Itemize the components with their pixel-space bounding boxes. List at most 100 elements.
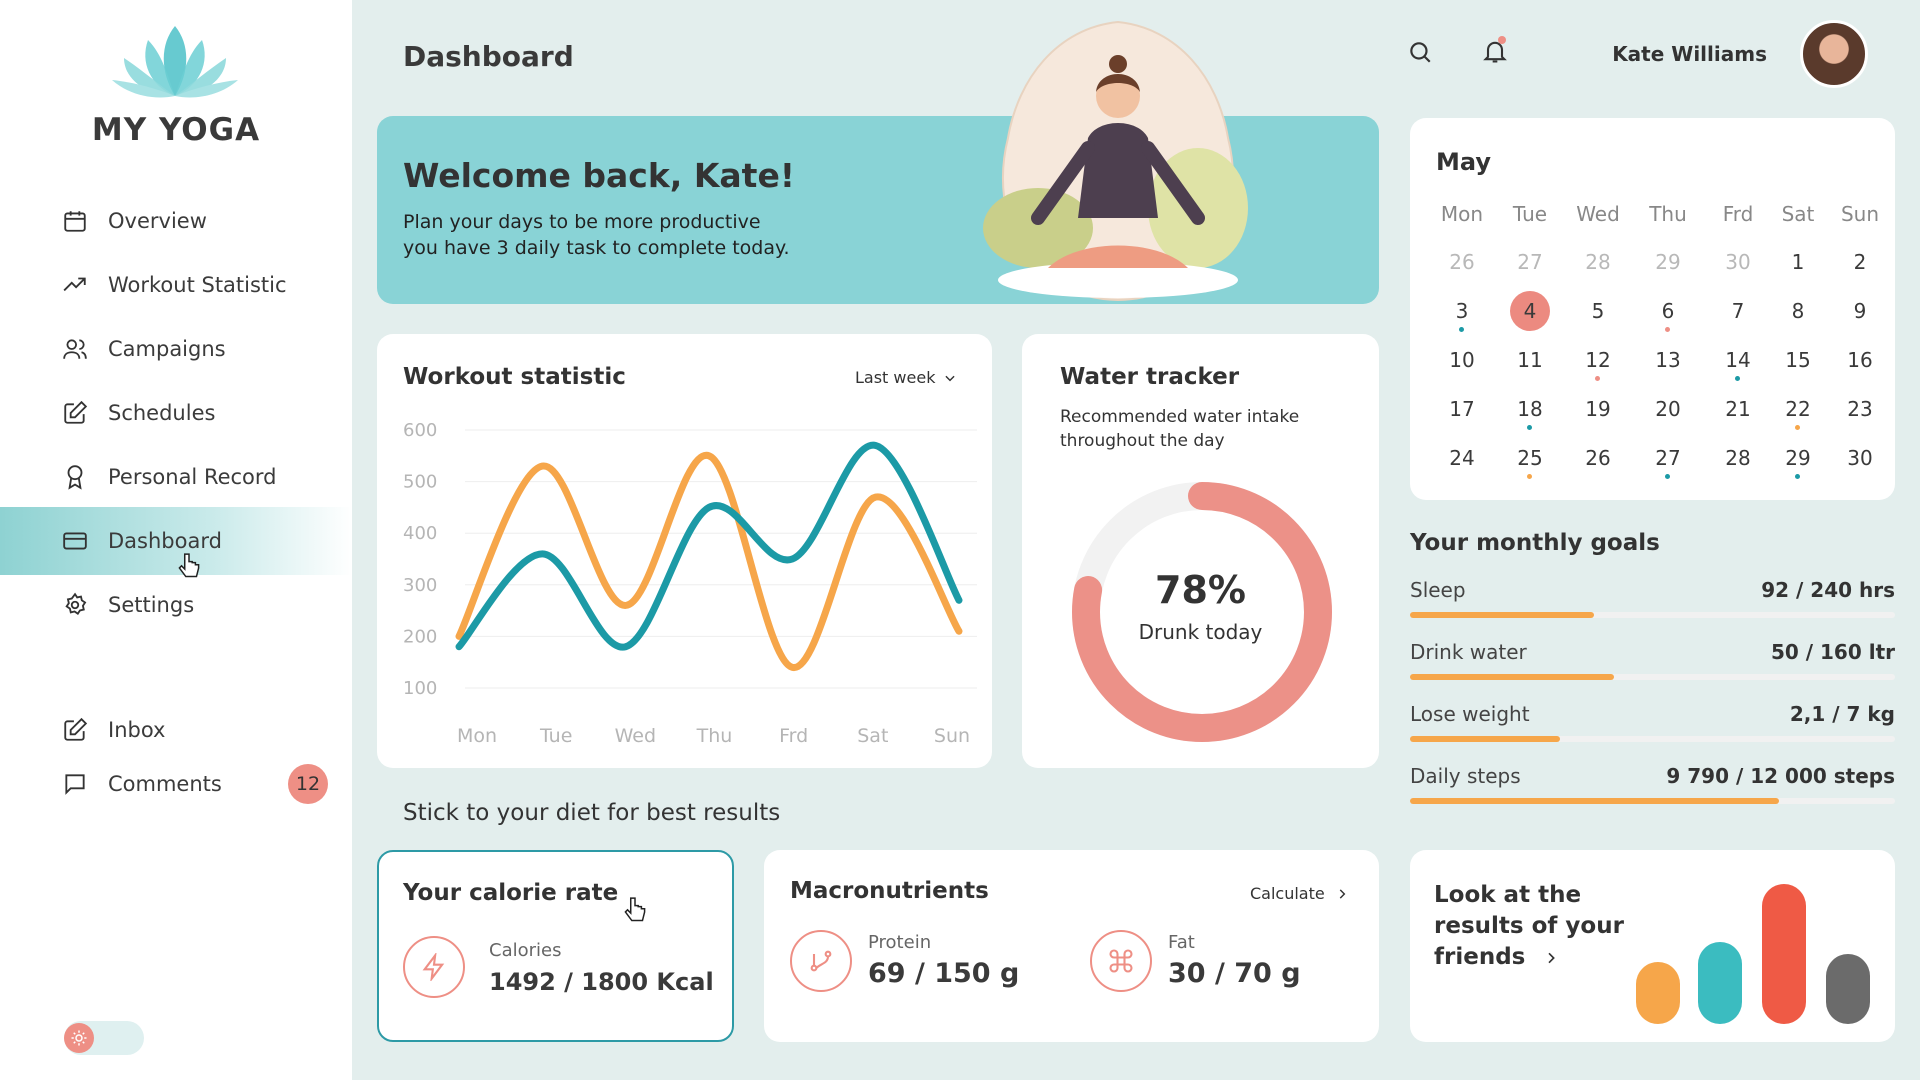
calendar-day[interactable]: 18 <box>1510 397 1550 430</box>
sidebar-item-label: Inbox <box>108 718 166 742</box>
goal-progress-track <box>1410 798 1895 804</box>
welcome-line-1: Plan your days to be more productive <box>403 211 761 233</box>
sidebar-item-label: Dashboard <box>108 529 222 553</box>
calendar-day[interactable]: 13 <box>1648 348 1688 372</box>
goal-progress-track <box>1410 736 1895 742</box>
calendar-day[interactable]: 12 <box>1578 348 1618 381</box>
gear-icon <box>65 592 87 615</box>
macronutrients-card: Macronutrients Calculate Protein 69 / 15… <box>764 850 1379 1042</box>
calculate-label: Calculate <box>1250 884 1325 903</box>
calendar-day[interactable]: 29 <box>1648 250 1688 274</box>
calendar-day[interactable]: 27 <box>1510 250 1550 274</box>
y-tick-label: 100 <box>403 678 437 699</box>
friend-bar <box>1826 954 1870 1024</box>
edit-icon <box>64 400 88 424</box>
calendar-day[interactable]: 11 <box>1510 348 1550 372</box>
calendar-day[interactable]: 1 <box>1778 250 1818 274</box>
calendar-day[interactable]: 6 <box>1648 299 1688 332</box>
calendar-day[interactable]: 14 <box>1718 348 1758 381</box>
calendar-icon <box>64 211 86 232</box>
lightning-icon <box>403 936 465 998</box>
calendar-day-selected[interactable]: 4 <box>1510 291 1550 331</box>
calendar-day[interactable]: 5 <box>1578 299 1618 323</box>
search-icon[interactable] <box>1407 39 1433 65</box>
calendar-day[interactable]: 27 <box>1648 446 1688 479</box>
calendar-day[interactable]: 29 <box>1778 446 1818 479</box>
hand-cursor-icon <box>624 897 646 922</box>
calendar-grid: Mon Tue Wed Thu Frd Sat Sun 26 27 28 29 30 1 2 3 4 5 6 7 8 9… <box>1410 118 1895 500</box>
friends-card[interactable]: Look at the results of your friends <box>1410 850 1895 1042</box>
sidebar-item-personal-record[interactable]: Personal Record <box>0 443 352 511</box>
calendar-day[interactable]: 10 <box>1442 348 1482 372</box>
goal-value: 9 790 / 12 000 steps <box>1666 764 1895 788</box>
sidebar-item-comments[interactable]: Comments 12 <box>0 750 352 818</box>
calendar-day[interactable]: 26 <box>1578 446 1618 470</box>
goal-row: Sleep 92 / 240 hrs <box>1410 578 1895 628</box>
calendar-day[interactable]: 16 <box>1840 348 1880 372</box>
calendar-day[interactable]: 23 <box>1840 397 1880 421</box>
water-caption: Drunk today <box>1138 620 1263 644</box>
yoga-illustration <box>983 20 1248 302</box>
y-tick-label: 300 <box>403 575 437 596</box>
edit-icon <box>64 717 88 741</box>
x-tick-label: Tue <box>539 725 572 747</box>
calendar-day[interactable]: 15 <box>1778 348 1818 372</box>
calculate-button[interactable]: Calculate <box>1250 884 1349 903</box>
calendar-day[interactable]: 28 <box>1718 446 1758 470</box>
sidebar-item-campaigns[interactable]: Campaigns <box>0 315 352 383</box>
calendar-day[interactable]: 9 <box>1840 299 1880 323</box>
calendar-day[interactable]: 22 <box>1778 397 1818 430</box>
user-name: Kate Williams <box>1612 42 1767 66</box>
calendar-day[interactable]: 28 <box>1578 250 1618 274</box>
x-tick-label: Mon <box>457 725 497 747</box>
friends-line-2: results of your <box>1434 913 1624 939</box>
goal-value: 92 / 240 hrs <box>1761 578 1895 602</box>
calendar-day[interactable]: 30 <box>1718 250 1758 274</box>
avatar[interactable] <box>1800 20 1868 88</box>
calorie-value: 1492 / 1800 Kcal <box>489 968 714 996</box>
friends-line-1: Look at the <box>1434 882 1582 908</box>
calendar-day[interactable]: 20 <box>1648 397 1688 421</box>
friends-text: Look at the results of your friends <box>1434 880 1624 973</box>
goal-progress-track <box>1410 612 1895 618</box>
calendar-day[interactable]: 2 <box>1840 250 1880 274</box>
event-dot <box>1527 425 1532 430</box>
goal-progress-fill <box>1410 612 1595 618</box>
friend-bar <box>1762 884 1806 1024</box>
friend-bar <box>1698 942 1742 1024</box>
notification-button[interactable] <box>1481 36 1509 68</box>
credit-card-icon <box>63 532 87 550</box>
theme-toggle[interactable] <box>64 1021 144 1055</box>
calendar-day[interactable]: 19 <box>1578 397 1618 421</box>
calendar-day[interactable]: 24 <box>1442 446 1482 470</box>
calendar-day[interactable]: 30 <box>1840 446 1880 470</box>
trending-up-icon <box>63 277 86 292</box>
y-tick-label: 400 <box>403 523 437 544</box>
sidebar-item-label: Overview <box>108 209 207 233</box>
goal-label: Lose weight <box>1410 702 1530 726</box>
chevron-right-icon <box>1548 952 1556 963</box>
calendar-day[interactable]: 17 <box>1442 397 1482 421</box>
y-tick-label: 200 <box>403 626 437 647</box>
event-dot <box>1665 327 1670 332</box>
welcome-line-2: you have 3 daily task to complete today. <box>403 237 790 259</box>
fat-label: Fat <box>1168 932 1195 953</box>
calendar-day[interactable]: 21 <box>1718 397 1758 421</box>
goal-label: Daily steps <box>1410 764 1521 788</box>
goal-label: Drink water <box>1410 640 1527 664</box>
calorie-label: Calories <box>489 940 562 961</box>
calendar-day[interactable]: 3 <box>1442 299 1482 332</box>
x-tick-label: Frd <box>779 725 808 747</box>
sidebar-item-workout-statistic[interactable]: Workout Statistic <box>0 251 352 319</box>
app-name: MY YOGA <box>91 112 261 148</box>
sidebar-item-label: Workout Statistic <box>108 273 287 297</box>
calendar-day[interactable]: 8 <box>1778 299 1818 323</box>
sidebar-item-overview[interactable]: Overview <box>0 187 352 255</box>
calendar-day[interactable]: 25 <box>1510 446 1550 479</box>
calorie-card[interactable]: Your calorie rate Calories 1492 / 1800 K… <box>377 850 734 1042</box>
friend-bar <box>1636 962 1680 1024</box>
sidebar-item-schedules[interactable]: Schedules <box>0 379 352 447</box>
calendar-day[interactable]: 7 <box>1718 299 1758 323</box>
calendar-day[interactable]: 26 <box>1442 250 1482 274</box>
goal-progress-fill <box>1410 736 1561 742</box>
